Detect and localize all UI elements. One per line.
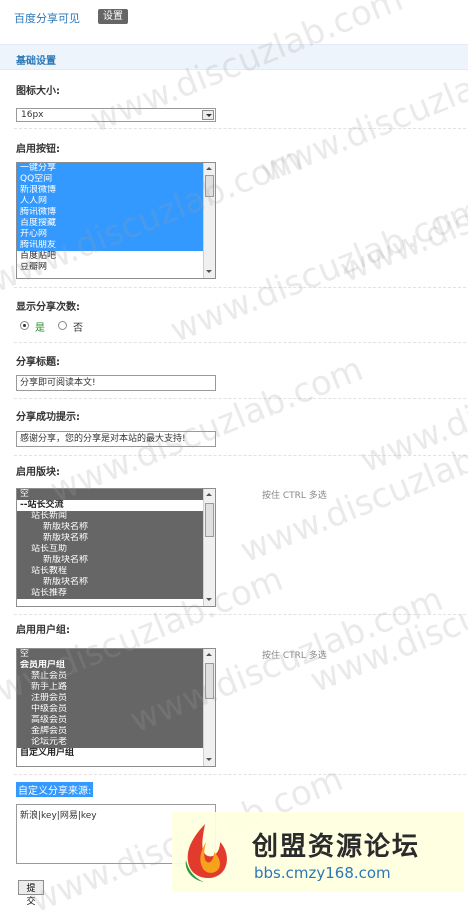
top-bar: 百度分享可见 设置 — [0, 0, 468, 34]
radio-yes[interactable] — [20, 321, 29, 330]
divider — [14, 614, 466, 615]
listbox-option[interactable]: 金牌会员 — [17, 726, 203, 737]
scroll-down-icon[interactable] — [205, 756, 214, 765]
listbox-option[interactable]: 新版块名称 — [17, 577, 203, 588]
listbox-option[interactable]: 高级会员 — [17, 715, 203, 726]
forum-logo-overlay: 创盟资源论坛 bbs.cmzy168.com — [172, 812, 464, 892]
watermark-text: www.discuzlab.com — [304, 539, 468, 701]
custom-source-label: 自定义分享来源: — [16, 782, 94, 797]
icon-size-value: 16px — [21, 110, 44, 120]
enabled-buttons-listbox[interactable]: 一键分享 QQ空间 新浪微博 人人网 腾讯微博 百度搜藏 开心网 腾讯朋友 百度贴吧 豆瓣网 — [16, 162, 216, 279]
overlay-url: bbs.cmzy168.com — [254, 864, 391, 882]
watermark-text: www.discuzlab.com — [334, 129, 468, 291]
listbox-option[interactable]: 新版块名称 — [17, 555, 203, 566]
section-header-bar — [0, 44, 468, 70]
scroll-up-icon[interactable] — [205, 490, 214, 499]
listbox-option[interactable]: 一键分享 — [17, 163, 203, 174]
listbox-option[interactable]: 站长教程 — [17, 566, 203, 577]
enabled-buttons-label: 启用按钮: — [16, 144, 60, 155]
share-title-input[interactable]: 分享即可阅读本文! — [16, 375, 216, 391]
enabled-groups-options: 空会员用户组 禁止会员 新手上路 注册会员 中级会员 高级会员 金牌会员 论坛元老 自定义用户组 — [17, 649, 203, 759]
listbox-option[interactable]: 百度贴吧 — [17, 251, 203, 262]
enabled-groups-listbox[interactable]: 空会员用户组 禁止会员 新手上路 注册会员 中级会员 高级会员 金牌会员 论坛元老 自定义用户组 — [16, 648, 216, 767]
listbox-option[interactable]: 新版块名称 — [17, 533, 203, 544]
section-title: 基础设置 — [16, 56, 56, 67]
scroll-thumb[interactable] — [205, 503, 214, 537]
boards-hint: 按住 CTRL 多选 — [262, 491, 327, 501]
enabled-boards-label: 启用版块: — [16, 467, 60, 478]
enabled-boards-options: 空 --站长交流 站长新闻 新版块名称 新版块名称 站长互助 新版块名称 站长教程 新版块名称站… — [17, 489, 203, 599]
watermark-text: www.discuzlab.com — [44, 349, 369, 511]
show-count-label: 显示分享次数: — [16, 302, 80, 313]
listbox-option[interactable]: 站长新闻 — [17, 511, 203, 522]
divider — [14, 128, 466, 129]
share-success-label: 分享成功提示: — [16, 412, 80, 423]
enabled-groups-label: 启用用户组: — [16, 625, 70, 636]
share-title-label: 分享标题: — [16, 357, 60, 368]
listbox-option[interactable]: 中级会员 — [17, 704, 203, 715]
listbox-option[interactable]: 空 — [17, 489, 203, 500]
listbox-option[interactable]: 人人网 — [17, 196, 203, 207]
listbox-option[interactable]: 自定义用户组 — [17, 748, 203, 759]
listbox-option[interactable]: 腾讯微博 — [17, 207, 203, 218]
plugin-title: 百度分享可见 — [14, 12, 80, 25]
listbox-option[interactable]: 百度搜藏 — [17, 218, 203, 229]
listbox-option[interactable]: 开心网 — [17, 229, 203, 240]
radio-no[interactable] — [58, 321, 67, 330]
groups-hint: 按住 CTRL 多选 — [262, 651, 327, 661]
overlay-title: 创盟资源论坛 — [252, 832, 421, 862]
divider — [14, 455, 466, 456]
enabled-boards-listbox[interactable]: 空 --站长交流 站长新闻 新版块名称 新版块名称 站长互助 新版块名称 站长教程 新版块名称站… — [16, 488, 216, 607]
icon-size-label: 图标大小: — [16, 86, 60, 97]
listbox-option[interactable]: 新浪微博 — [17, 185, 203, 196]
listbox-option[interactable]: 禁止会员 — [17, 671, 203, 682]
listbox-option[interactable]: 会员用户组 — [17, 660, 203, 671]
listbox-option[interactable]: 腾讯朋友 — [17, 240, 203, 251]
listbox-option[interactable]: --站长交流 — [17, 500, 203, 511]
listbox-option[interactable]: 豆瓣网 — [17, 262, 203, 273]
listbox-option[interactable]: 站长推荐 — [17, 588, 203, 599]
share-success-input[interactable]: 感谢分享，您的分享是对本站的最大支持! — [16, 431, 216, 447]
listbox-option[interactable]: 论坛元老 — [17, 737, 203, 748]
scroll-up-icon[interactable] — [205, 650, 214, 659]
scrollbar[interactable] — [203, 649, 215, 766]
radio-no-label[interactable]: 否 — [73, 319, 83, 334]
scroll-thumb[interactable] — [205, 663, 214, 699]
divider — [14, 342, 466, 343]
submit-button[interactable]: 提交 — [18, 880, 44, 906]
listbox-option[interactable]: QQ空间 — [17, 174, 203, 185]
enabled-buttons-options: 一键分享 QQ空间 新浪微博 人人网 腾讯微博 百度搜藏 开心网 腾讯朋友 百度贴吧 豆瓣网 — [17, 163, 203, 273]
watermark-text: www.discuzlab.com — [354, 319, 468, 481]
flame-logo-icon — [185, 824, 227, 882]
scrollbar[interactable] — [203, 489, 215, 606]
settings-badge[interactable]: 设置 — [98, 9, 128, 24]
scroll-thumb[interactable] — [205, 175, 214, 197]
listbox-option[interactable]: 空 — [17, 649, 203, 660]
scroll-up-icon[interactable] — [205, 164, 214, 173]
scroll-down-icon[interactable] — [205, 596, 214, 605]
listbox-option[interactable]: 注册会员 — [17, 693, 203, 704]
listbox-option[interactable]: 新手上路 — [17, 682, 203, 693]
icon-size-select[interactable]: 16px — [16, 108, 216, 122]
scrollbar[interactable] — [203, 163, 215, 278]
divider — [14, 287, 466, 288]
dropdown-arrow-icon[interactable] — [202, 110, 214, 120]
divider — [14, 774, 466, 775]
listbox-option[interactable]: 站长互助 — [17, 544, 203, 555]
radio-yes-label[interactable]: 是 — [35, 319, 45, 334]
listbox-option[interactable]: 新版块名称 — [17, 522, 203, 533]
scroll-down-icon[interactable] — [205, 268, 214, 277]
divider — [14, 398, 466, 399]
